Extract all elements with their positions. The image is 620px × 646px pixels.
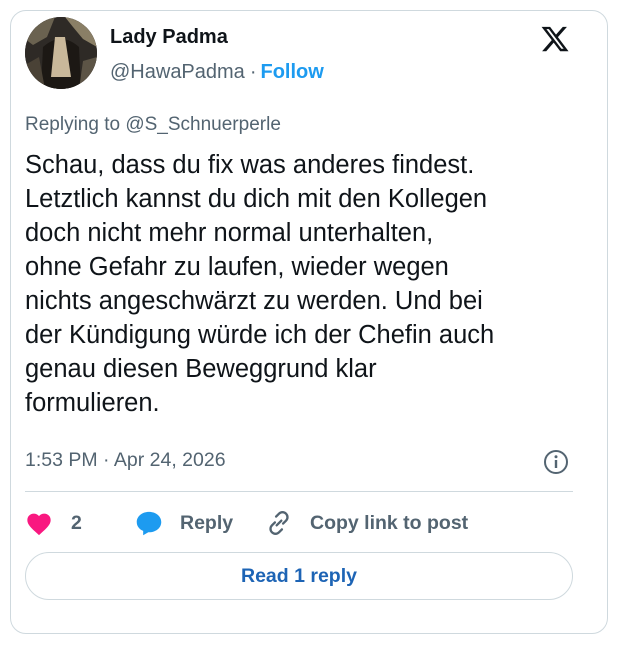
replying-mention-link[interactable]: @S_Schnuerperle <box>125 114 281 135</box>
follow-button[interactable]: Follow <box>260 61 323 83</box>
copy-link-label: Copy link to post <box>310 511 469 534</box>
author-display-name[interactable]: Lady Padma <box>110 26 228 49</box>
avatar[interactable] <box>25 17 97 89</box>
read-replies-button[interactable]: Read 1 reply <box>25 552 573 600</box>
tweet-line: formulieren. <box>25 389 160 417</box>
copy-link-button[interactable]: Copy link to post <box>265 506 468 540</box>
info-icon[interactable] <box>543 449 569 475</box>
tweet-line: genau diesen Beweggrund klar <box>25 355 377 383</box>
x-logo-icon[interactable] <box>540 24 570 54</box>
divider <box>25 491 573 492</box>
reply-label: Reply <box>180 511 234 534</box>
tweet-line: der Kündigung würde ich der Chefin auch <box>25 321 495 349</box>
reply-button[interactable]: Reply <box>135 506 233 540</box>
speech-bubble-icon <box>136 511 162 536</box>
replying-prefix: Replying to <box>25 114 126 135</box>
tweet-line: Letztlich kannst du dich mit den Kollege… <box>25 185 488 213</box>
author-handle[interactable]: @HawaPadma <box>110 61 245 83</box>
replying-to: Replying to @S_Schnuerperle <box>25 114 281 136</box>
tweet-line: Schau, dass du fix was anderes findest. <box>25 151 475 179</box>
tweet-line: nichts angeschwärzt zu werden. Und bei <box>25 287 483 315</box>
like-button[interactable]: 2 <box>25 506 82 540</box>
separator-dot: · <box>249 61 257 83</box>
tweet-line: ohne Gefahr zu laufen, wieder wegen <box>25 253 449 281</box>
heart-icon <box>27 513 51 536</box>
tweet-timestamp[interactable]: 1:53 PM · Apr 24, 2026 <box>25 449 226 472</box>
avatar-image <box>25 17 97 89</box>
author-handle-row: @HawaPadma · Follow <box>110 61 324 84</box>
like-count: 2 <box>71 511 82 534</box>
tweet-text: Schau, dass du fix was anderes findest. … <box>25 148 585 420</box>
link-icon <box>269 511 289 535</box>
tweet-line: doch nicht mehr normal unterhalten, <box>25 219 434 247</box>
read-replies-label: Read 1 reply <box>241 564 357 587</box>
action-bar: 2 Reply Copy link to post <box>25 506 573 540</box>
